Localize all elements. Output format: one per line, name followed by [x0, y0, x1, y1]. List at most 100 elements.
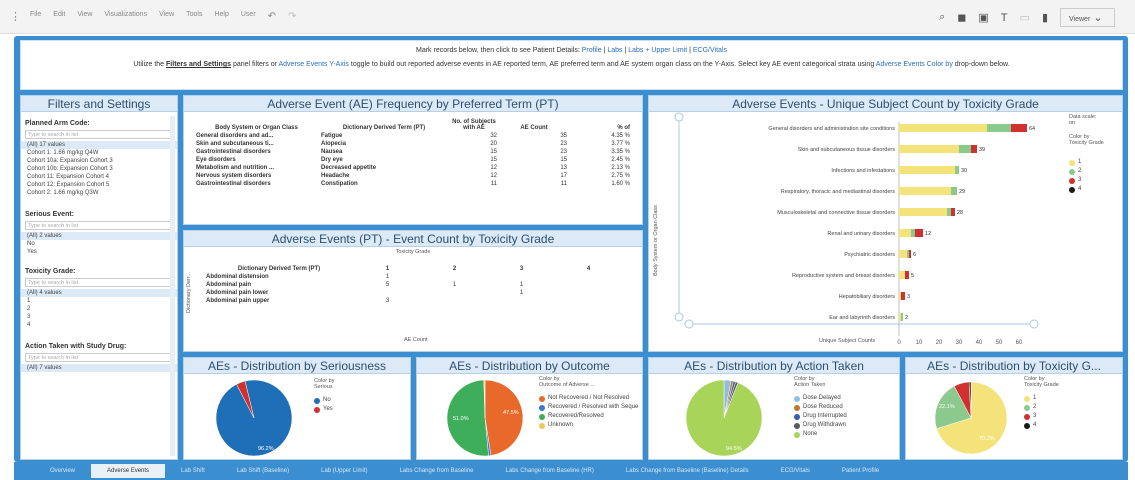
legend-item[interactable]: 3: [1069, 176, 1121, 185]
menu-file[interactable]: File: [30, 11, 41, 22]
legend-item[interactable]: 2: [1024, 403, 1114, 412]
list-item[interactable]: (All) 7 values: [21, 364, 177, 372]
table-row[interactable]: Skin and subcutaneous ti... Alopecia 20 23 3…: [194, 140, 632, 148]
tab-8[interactable]: ECG/Vitals: [765, 464, 826, 478]
bar-segment[interactable]: [959, 145, 971, 153]
list-item[interactable]: (All) 4 values: [21, 289, 177, 297]
text-filter-icon[interactable]: T: [1001, 12, 1008, 24]
bar-segment[interactable]: [901, 292, 905, 300]
menu-edit[interactable]: Edit: [53, 11, 65, 22]
bar-segment[interactable]: [901, 313, 903, 321]
legend-item[interactable]: No: [314, 396, 334, 405]
legend-item[interactable]: Unknown: [539, 421, 641, 430]
legend-item[interactable]: Drug Withdrawn: [794, 421, 894, 430]
legend-item[interactable]: 4: [1069, 185, 1121, 194]
filter-panel-icon[interactable]: ▣: [978, 11, 988, 24]
bar-segment[interactable]: [971, 145, 977, 153]
planned-arm-search[interactable]: Type to search in list: [25, 130, 173, 139]
legend-item[interactable]: Yes: [314, 405, 334, 414]
bar-segment[interactable]: [951, 187, 957, 195]
menu-view-2[interactable]: View: [159, 11, 174, 22]
labs-upper-limit-link[interactable]: Labs + Upper Limit: [628, 47, 687, 54]
undo-icon[interactable]: ↶: [268, 11, 276, 22]
col-header[interactable]: 2: [421, 265, 488, 273]
bar-segment[interactable]: [899, 124, 987, 132]
menu-tools[interactable]: Tools: [186, 11, 202, 22]
bar-segment[interactable]: [899, 208, 947, 216]
bar-segment[interactable]: [899, 250, 907, 258]
tab-0[interactable]: Overview: [34, 464, 91, 478]
bar-segment[interactable]: [909, 250, 911, 258]
tab-2[interactable]: Lab Shift: [165, 464, 221, 478]
list-item[interactable]: No: [21, 240, 177, 248]
legend-item[interactable]: 1: [1024, 394, 1114, 403]
list-item[interactable]: Cohort 12: Expansion Cohort 5: [21, 181, 177, 189]
bar-segment[interactable]: [899, 229, 911, 237]
y-scroll-handle[interactable]: [674, 312, 684, 322]
menu-icon[interactable]: ⋮: [10, 10, 21, 23]
menu-help[interactable]: Help: [214, 11, 228, 22]
pie-slice[interactable]: [685, 379, 763, 457]
menu-view[interactable]: View: [77, 11, 92, 22]
legend-item[interactable]: Recovered / Resolved with Sequelae: [539, 403, 641, 412]
search-icon[interactable]: ⌕: [939, 11, 945, 24]
bar-segment[interactable]: [947, 208, 951, 216]
list-item[interactable]: Cohort 1: 1.66 mg/kg Q4W: [21, 149, 177, 157]
menu-visualizations[interactable]: Visualizations: [104, 11, 147, 22]
col-header[interactable]: Body System or Organ Class: [194, 118, 319, 132]
ecg-vitals-link[interactable]: ECG/Vitals: [693, 47, 727, 54]
bar-segment[interactable]: [899, 187, 951, 195]
lock-icon[interactable]: ▮: [1042, 11, 1048, 24]
toxicity-search[interactable]: Type to search in list: [25, 278, 173, 287]
table-row[interactable]: Nervous system disorders Headache 12 17 2.75…: [194, 172, 632, 180]
bar-segment[interactable]: [899, 145, 959, 153]
col-header[interactable]: AE Count: [499, 118, 569, 132]
list-item[interactable]: 4: [21, 321, 177, 329]
table-row[interactable]: Abdominal pain upper 3: [204, 297, 622, 305]
tab-5[interactable]: Labs Change from Baseline: [383, 464, 489, 478]
legend-item[interactable]: Not Recovered / Not Resolved: [539, 394, 641, 403]
legend-item[interactable]: 1: [1069, 158, 1121, 167]
table-row[interactable]: Gastrointestinal disorders Constipation 11…: [194, 180, 632, 188]
table-row[interactable]: Abdominal pain 5 1 1: [204, 281, 622, 289]
table-row[interactable]: Gastrointestinal disorders Nausea 15 23 3.35…: [194, 148, 632, 156]
x-scroll-handle[interactable]: [684, 319, 694, 329]
tab-9[interactable]: Patient Profile: [826, 464, 895, 478]
tab-4[interactable]: Lab (Upper Limit): [305, 464, 383, 478]
profile-link[interactable]: Profile: [582, 47, 602, 54]
bar-segment[interactable]: [899, 292, 901, 300]
col-header[interactable]: % of: [569, 118, 632, 132]
list-item[interactable]: Cohort 2: 1.66 mg/kg Q3W: [21, 189, 177, 197]
legend-item[interactable]: 2: [1069, 167, 1121, 176]
list-item[interactable]: Yes: [21, 248, 177, 256]
col-header[interactable]: 1: [354, 265, 421, 273]
y-scroll-handle[interactable]: [674, 112, 684, 122]
tab-6[interactable]: Labs Change from Baseline (HR): [490, 464, 610, 478]
serious-search[interactable]: Type to search in list: [25, 221, 173, 230]
list-item[interactable]: Cohort 10b: Expansion Cohort 3: [21, 165, 177, 173]
table-row[interactable]: Abdominal pain lower 1: [204, 289, 622, 297]
list-item[interactable]: (All) 2 values: [21, 232, 177, 240]
redo-icon[interactable]: ↷: [288, 11, 296, 22]
tab-7[interactable]: Labs Change from Baseline (Baseline) Det…: [610, 464, 765, 478]
table-row[interactable]: Metabolism and nutrition ... Decreased ap…: [194, 164, 632, 172]
bar-segment[interactable]: [899, 313, 901, 321]
list-item[interactable]: 2: [21, 305, 177, 313]
bar-segment[interactable]: [899, 271, 905, 279]
bar-segment[interactable]: [915, 229, 923, 237]
pie-slice[interactable]: [484, 379, 524, 456]
tab-3[interactable]: Lab Shift (Baseline): [221, 464, 305, 478]
tab-1[interactable]: Adverse Events: [91, 464, 166, 478]
menu-user[interactable]: User: [241, 11, 256, 22]
bar-segment[interactable]: [905, 271, 909, 279]
table-row[interactable]: Abdominal distension 1: [204, 273, 622, 281]
bookmark-icon[interactable]: ◼: [957, 11, 966, 24]
bar-segment[interactable]: [907, 250, 909, 258]
col-header[interactable]: 3: [488, 265, 555, 273]
table-row[interactable]: General disorders and ad... Fatigue 32 35 4.…: [194, 132, 632, 140]
bar-segment[interactable]: [899, 166, 955, 174]
legend-item[interactable]: 3: [1024, 412, 1114, 421]
bar-segment[interactable]: [955, 166, 959, 174]
legend-item[interactable]: Dose Reduced: [794, 403, 894, 412]
legend-item[interactable]: 4: [1024, 421, 1114, 430]
